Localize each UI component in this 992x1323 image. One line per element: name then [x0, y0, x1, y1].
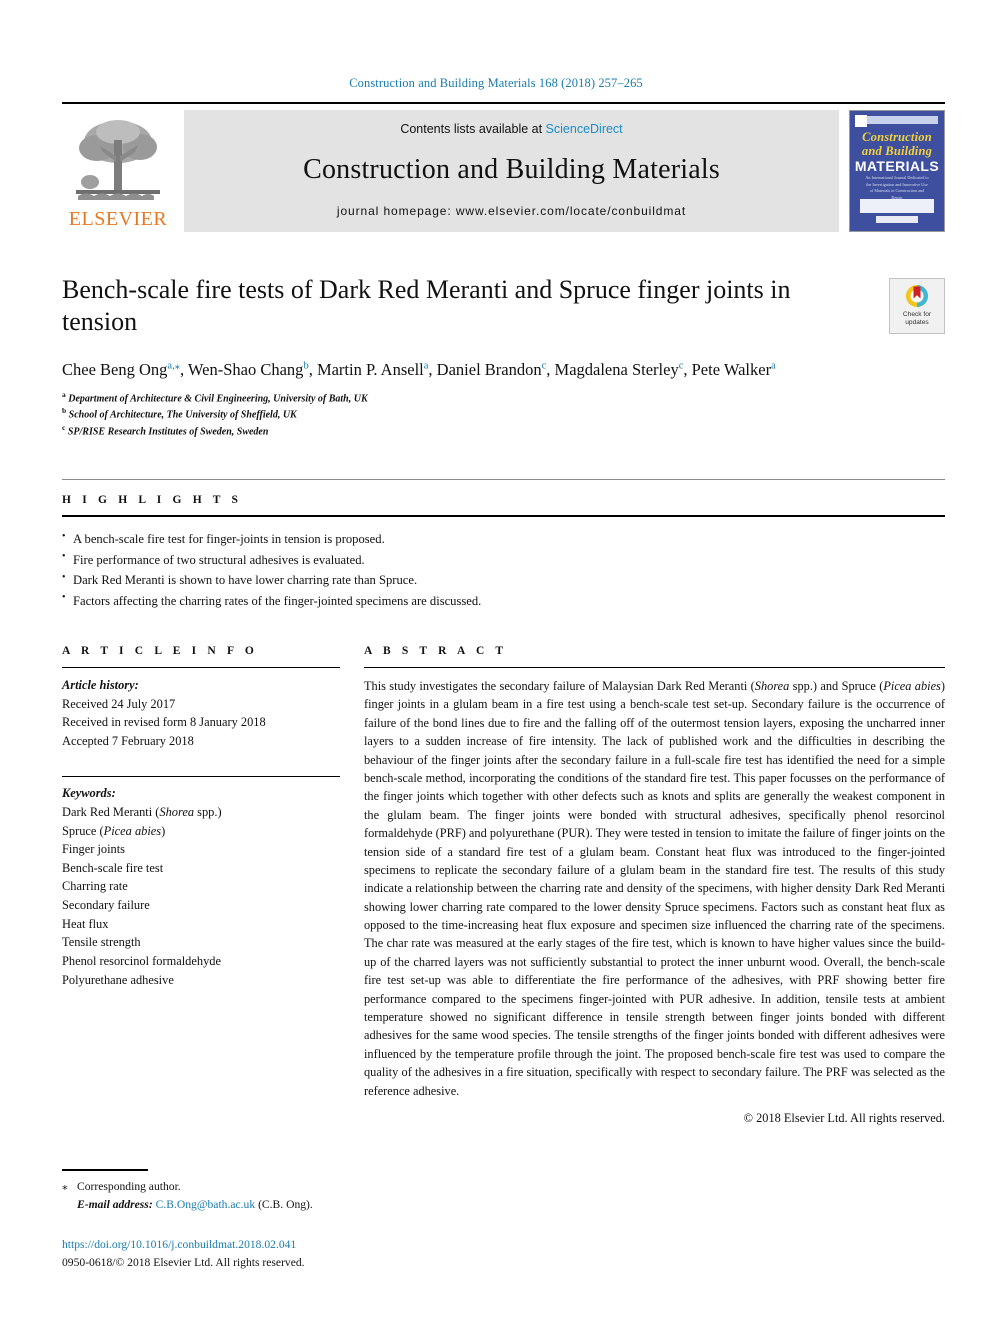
journal-cover-thumbnail[interactable]: Construction and Building MATERIALS An I… [849, 110, 945, 232]
author-affiliation-mark: c [541, 360, 547, 372]
page-footer: ⁎ Corresponding author. E-mail address: C… [62, 1169, 492, 1271]
crossmark-badge[interactable]: Check for updates [889, 278, 945, 334]
keywords-rule [62, 776, 340, 778]
doi-block: https://doi.org/10.1016/j.conbuildmat.20… [62, 1236, 492, 1271]
keyword-item: Finger joints [62, 842, 125, 857]
doi-link[interactable]: https://doi.org/10.1016/j.conbuildmat.20… [62, 1236, 492, 1253]
affiliation-item: a Department of Architecture & Civil Eng… [62, 389, 368, 405]
highlights-list: A bench-scale fire test for finger-joint… [62, 529, 945, 611]
article-history-item: Received in revised form 8 January 2018 [62, 715, 266, 730]
article-history-block: Article history: Received 24 July 2017 Re… [62, 676, 340, 750]
journal-masthead: ELSEVIER Contents lists available at Sci… [62, 110, 945, 232]
cover-top-bar [856, 116, 938, 124]
keyword-item: Charring rate [62, 879, 128, 894]
info-abstract-columns: A R T I C L E I N F O Article history: R… [62, 645, 945, 1126]
crossmark-icon [906, 285, 928, 307]
highlights-bottom-rule [62, 515, 945, 518]
keyword-item: Secondary failure [62, 898, 150, 913]
affiliation-item: b School of Architecture, The University… [62, 406, 297, 421]
abstract-heading: A B S T R A C T [364, 645, 508, 657]
author-affiliation-mark: b [303, 360, 309, 372]
author-name: Wen-Shao Chang [187, 360, 304, 380]
highlight-item: A bench-scale fire test for finger-joint… [62, 529, 945, 549]
article-history-item: Received 24 July 2017 [62, 696, 176, 711]
keyword-item: Spruce (Picea abies) [62, 823, 166, 838]
elsevier-wordmark: ELSEVIER [68, 208, 168, 230]
highlights-heading: H I G H L I G H T S [62, 494, 243, 507]
affiliation-list: a Department of Architecture & Civil Eng… [62, 390, 945, 440]
keyword-item: Heat flux [62, 916, 109, 931]
cover-line-1: Construction [862, 130, 932, 144]
author-list: Chee Beng Onga,⁎, Wen-Shao Changb, Marti… [62, 360, 776, 380]
abstract-column: A B S T R A C T This study investigates … [364, 645, 945, 1126]
highlights-section: H I G H L I G H T S A bench-scale fire t… [62, 479, 945, 611]
email-owner: (C.B. Ong). [258, 1198, 313, 1212]
contents-prefix: Contents lists available at [400, 122, 546, 136]
running-head: Construction and Building Materials 168 … [349, 76, 643, 90]
keyword-item: Tensile strength [62, 935, 141, 950]
article-info-heading: A R T I C L E I N F O [62, 645, 258, 657]
author-name: Chee Beng Ong [62, 360, 168, 380]
corresponding-author-line: ⁎ Corresponding author. [62, 1178, 492, 1196]
email-label: E-mail address: [77, 1198, 153, 1212]
asterisk-icon: ⁎ [62, 1180, 68, 1194]
abstract-text: This study investigates the secondary fa… [364, 679, 945, 1098]
article-info-rule [62, 667, 340, 668]
keyword-item: Dark Red Meranti (Shorea spp.) [62, 805, 222, 820]
author-affiliation-mark: a [771, 360, 776, 372]
masthead-top-rule [62, 102, 945, 104]
paper-page: Construction and Building Materials 168 … [0, 0, 992, 1323]
author-name: Magdalena Sterley [554, 360, 679, 380]
issn-copyright-line: 0950-0618/© 2018 Elsevier Ltd. All right… [62, 1255, 305, 1269]
journal-band: Contents lists available at ScienceDirec… [184, 110, 839, 232]
copyright-line: © 2018 Elsevier Ltd. All rights reserved… [743, 1110, 945, 1125]
cover-footer-mark [876, 216, 918, 223]
sciencedirect-link[interactable]: ScienceDirect [546, 122, 623, 136]
abstract-rule [364, 667, 945, 668]
keywords-block: Keywords: Dark Red Meranti (Shorea spp.)… [62, 784, 340, 989]
keyword-item: Polyurethane adhesive [62, 972, 174, 987]
crossmark-line-2: updates [905, 319, 929, 327]
elsevier-tree-icon [76, 120, 160, 200]
author-name: Daniel Brandon [436, 360, 542, 380]
highlight-item: Fire performance of two structural adhes… [62, 549, 945, 570]
author-name: Martin P. Ansell [316, 360, 424, 380]
email-link[interactable]: C.B.Ong@bath.ac.uk [156, 1198, 256, 1211]
cover-line-3: MATERIALS [854, 158, 940, 174]
keyword-item: Bench-scale fire test [62, 860, 164, 875]
keywords-title: Keywords: [62, 786, 116, 801]
article-history-item: Accepted 7 February 2018 [62, 733, 194, 748]
article-info-column: A R T I C L E I N F O Article history: R… [62, 645, 340, 1126]
highlight-item: Factors affecting the charring rates of … [62, 590, 945, 611]
author-affiliation-mark: a,⁎ [167, 360, 180, 372]
page-title: Bench-scale fire tests of Dark Red Meran… [62, 275, 791, 337]
crossmark-line-1: Check for [902, 311, 932, 318]
author-name: Pete Walker [691, 360, 772, 380]
cover-panel [860, 199, 934, 213]
article-history-title: Article history: [62, 678, 139, 692]
author-affiliation-mark: a [423, 360, 429, 372]
crossmark-label: Check for updates [903, 311, 931, 327]
elsevier-logo: ELSEVIER [62, 110, 174, 232]
keywords-lines: Dark Red Meranti (Shorea spp.) Spruce (Pi… [62, 803, 340, 989]
affiliation-item: c SP/RISE Research Institutes of Sweden,… [62, 422, 269, 438]
journal-homepage-link[interactable]: journal homepage: www.elsevier.com/locat… [337, 204, 686, 218]
article-history-lines: Received 24 July 2017 Received in revised… [62, 695, 340, 751]
cover-blurb: An International Journal Dedicated to th… [865, 175, 929, 200]
journal-title: Construction and Building Materials [303, 154, 720, 185]
cover-elsevier-mark [855, 115, 867, 127]
email-line: E-mail address: C.B.Ong@bath.ac.uk (C.B.… [62, 1196, 492, 1214]
keyword-item: Phenol resorcinol formaldehyde [62, 953, 221, 968]
column-gap [340, 645, 364, 1126]
title-area: Bench-scale fire tests of Dark Red Meran… [62, 274, 945, 338]
highlights-top-rule [62, 479, 945, 481]
contents-available-line: Contents lists available at ScienceDirec… [400, 122, 622, 136]
highlight-item: Dark Red Meranti is shown to have lower … [62, 570, 945, 590]
author-affiliation-mark: c [678, 360, 684, 372]
footnote-rule [62, 1169, 148, 1172]
cover-line-2: and Building [861, 144, 933, 158]
corresponding-author-text: Corresponding author. [77, 1180, 181, 1194]
